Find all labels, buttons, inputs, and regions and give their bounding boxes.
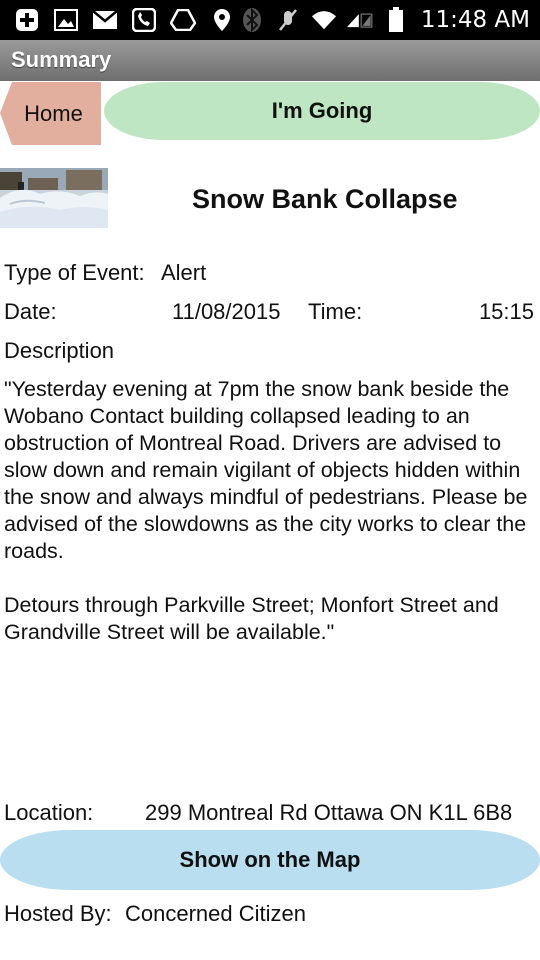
plus-box-icon [14,8,40,32]
system-icons: 11:48 AM [239,0,530,40]
time-label: Time: [308,299,363,324]
voicemail-icon [131,8,157,32]
type-label: Type of Event: [4,260,145,285]
show-on-map-button-label: Show on the Map [179,847,361,872]
battery-icon [383,7,409,32]
event-thumbnail [0,168,108,228]
hosted-by-value: Concerned Citizen [125,901,306,926]
time-value: 15:15 [478,299,534,324]
image-icon [53,8,79,32]
status-time: 11:48 AM [420,7,530,33]
im-going-button-label: I'm Going [271,98,373,123]
event-title: Snow Bank Collapse [192,184,458,214]
signal-icon [346,8,373,32]
bluetooth-icon [239,7,265,33]
page-title: Summary [11,47,112,72]
date-label: Date: [4,299,57,324]
im-going-button[interactable]: I'm Going [104,82,540,140]
location-pin-icon [209,8,235,32]
show-on-map-button[interactable]: Show on the Map [0,830,540,890]
location-label: Location: [4,800,94,825]
mail-icon [92,8,118,32]
description-label: Description [4,338,115,363]
drive-icon [170,8,196,32]
status-bar: 11:48 AM [0,0,540,40]
date-value: 11/08/2015 [172,299,281,324]
location-value: 299 Montreal Rd Ottawa ON K1L 6B8 [145,800,513,825]
notification-icons [14,6,235,34]
title-bar: Summary [0,40,540,81]
wifi-icon [311,8,337,32]
home-button-label: Home [24,100,83,126]
hosted-by-label: Hosted By: [4,901,112,926]
description-text: "Yesterday evening at 7pm the snow bank … [4,377,528,644]
mute-icon [275,8,301,32]
home-button[interactable]: Home [0,82,101,145]
type-value: Alert [161,260,207,285]
